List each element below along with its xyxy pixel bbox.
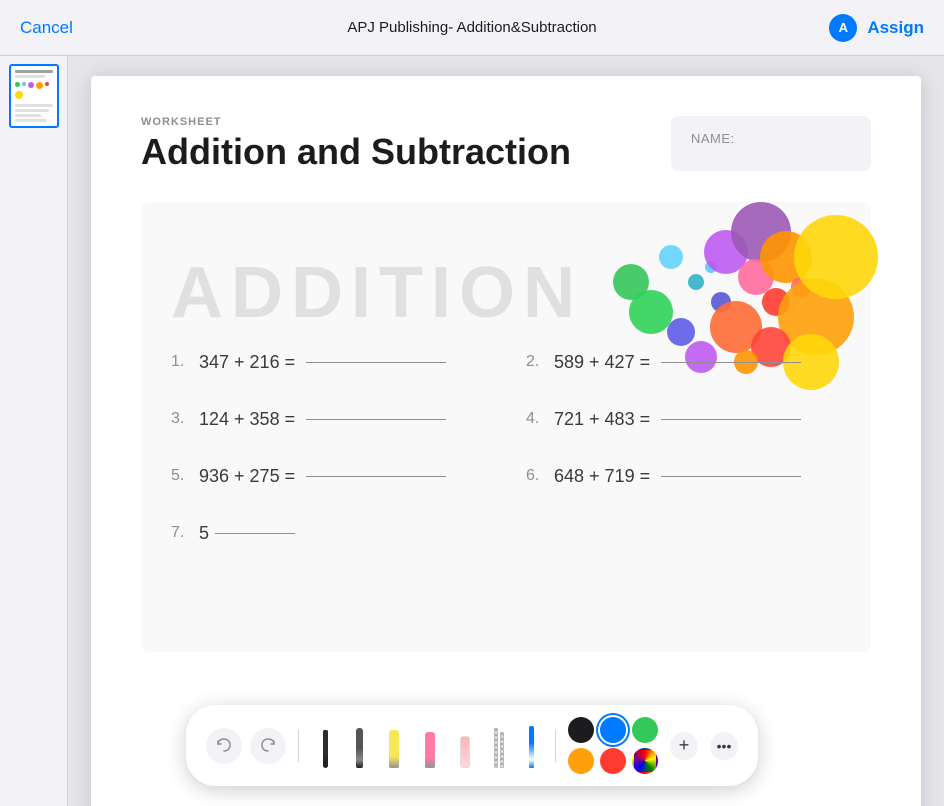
color-orange[interactable] (568, 748, 594, 774)
document-title: APJ Publishing- Addition&Subtraction (347, 19, 596, 36)
drawing-tools-group (311, 724, 543, 768)
problem-expr-4: 721 + 483 = (554, 409, 801, 430)
stylus-button[interactable] (519, 724, 543, 768)
pink-marker-button[interactable] (415, 724, 445, 768)
name-label: NAME: (691, 131, 735, 146)
problem-num-1: 1. (171, 353, 191, 371)
ruler-button[interactable] (485, 724, 513, 768)
document-area[interactable]: WORKSHEET Addition and Subtraction NAME:… (68, 56, 944, 806)
color-row-bottom (568, 748, 658, 774)
undo-redo-group (206, 728, 286, 764)
color-multicolor[interactable] (632, 748, 658, 774)
problem-3: 3. 124 + 358 = (171, 409, 486, 430)
eraser-button[interactable] (451, 724, 479, 768)
assign-button[interactable]: Assign (867, 18, 924, 38)
more-icon: ••• (717, 738, 732, 754)
problem-2: 2. 589 + 427 = (526, 352, 841, 373)
color-blue[interactable] (600, 717, 626, 743)
sidebar (0, 56, 68, 806)
problem-num-5: 5. (171, 467, 191, 485)
problem-num-2: 2. (526, 353, 546, 371)
document-page: WORKSHEET Addition and Subtraction NAME:… (91, 76, 921, 806)
watermark-text: ADDITION (171, 252, 583, 334)
cancel-button[interactable]: Cancel (20, 18, 73, 38)
problem-6: 6. 648 + 719 = (526, 466, 841, 487)
problem-5: 5. 936 + 275 = (171, 466, 486, 487)
redo-icon (259, 737, 277, 755)
pencil-icon (356, 728, 363, 768)
color-red[interactable] (600, 748, 626, 774)
add-color-button[interactable]: + (670, 732, 698, 760)
pencil-button[interactable] (345, 724, 373, 768)
drawing-toolbar: + ••• (186, 705, 758, 786)
problem-expr-5: 936 + 275 = (199, 466, 446, 487)
right-controls: A Assign (829, 14, 924, 42)
color-black[interactable] (568, 717, 594, 743)
main-area: WORKSHEET Addition and Subtraction NAME:… (0, 56, 944, 806)
problem-1: 1. 347 + 216 = (171, 352, 486, 373)
problem-expr-2: 589 + 427 = (554, 352, 801, 373)
thin-pen-icon (323, 730, 328, 768)
problem-expr-1: 347 + 216 = (199, 352, 446, 373)
problem-expr-6: 648 + 719 = (554, 466, 801, 487)
name-box: NAME: (671, 116, 871, 171)
stylus-icon (529, 726, 534, 768)
problem-num-3: 3. (171, 410, 191, 428)
marker-button[interactable] (379, 724, 409, 768)
undo-icon (215, 737, 233, 755)
more-options-button[interactable]: ••• (710, 732, 738, 760)
color-row-top (568, 717, 658, 743)
problems-grid: 1. 347 + 216 = 2. 589 + 427 = 3. 124 + 3… (171, 352, 841, 544)
avatar: A (829, 14, 857, 42)
thin-pen-button[interactable] (311, 724, 339, 768)
page-thumbnail[interactable] (9, 64, 59, 128)
pink-marker-icon (425, 732, 435, 768)
ruler-icon (494, 728, 504, 768)
problem-7: 7. 5 (171, 523, 486, 544)
divider-1 (298, 730, 299, 762)
problem-expr-7: 5 (199, 523, 295, 544)
top-bar: Cancel APJ Publishing- Addition&Subtract… (0, 0, 944, 56)
problem-num-7: 7. (171, 524, 191, 542)
problem-num-4: 4. (526, 410, 546, 428)
problem-4: 4. 721 + 483 = (526, 409, 841, 430)
undo-button[interactable] (206, 728, 242, 764)
content-section: ADDITION 1. 347 + 216 = 2. 589 + 427 = (141, 202, 871, 652)
redo-button[interactable] (250, 728, 286, 764)
eraser-icon (460, 736, 470, 768)
colors-group (568, 717, 658, 774)
problem-expr-3: 124 + 358 = (199, 409, 446, 430)
problem-num-6: 6. (526, 467, 546, 485)
color-green[interactable] (632, 717, 658, 743)
divider-2 (555, 730, 556, 762)
marker-icon (389, 730, 399, 768)
